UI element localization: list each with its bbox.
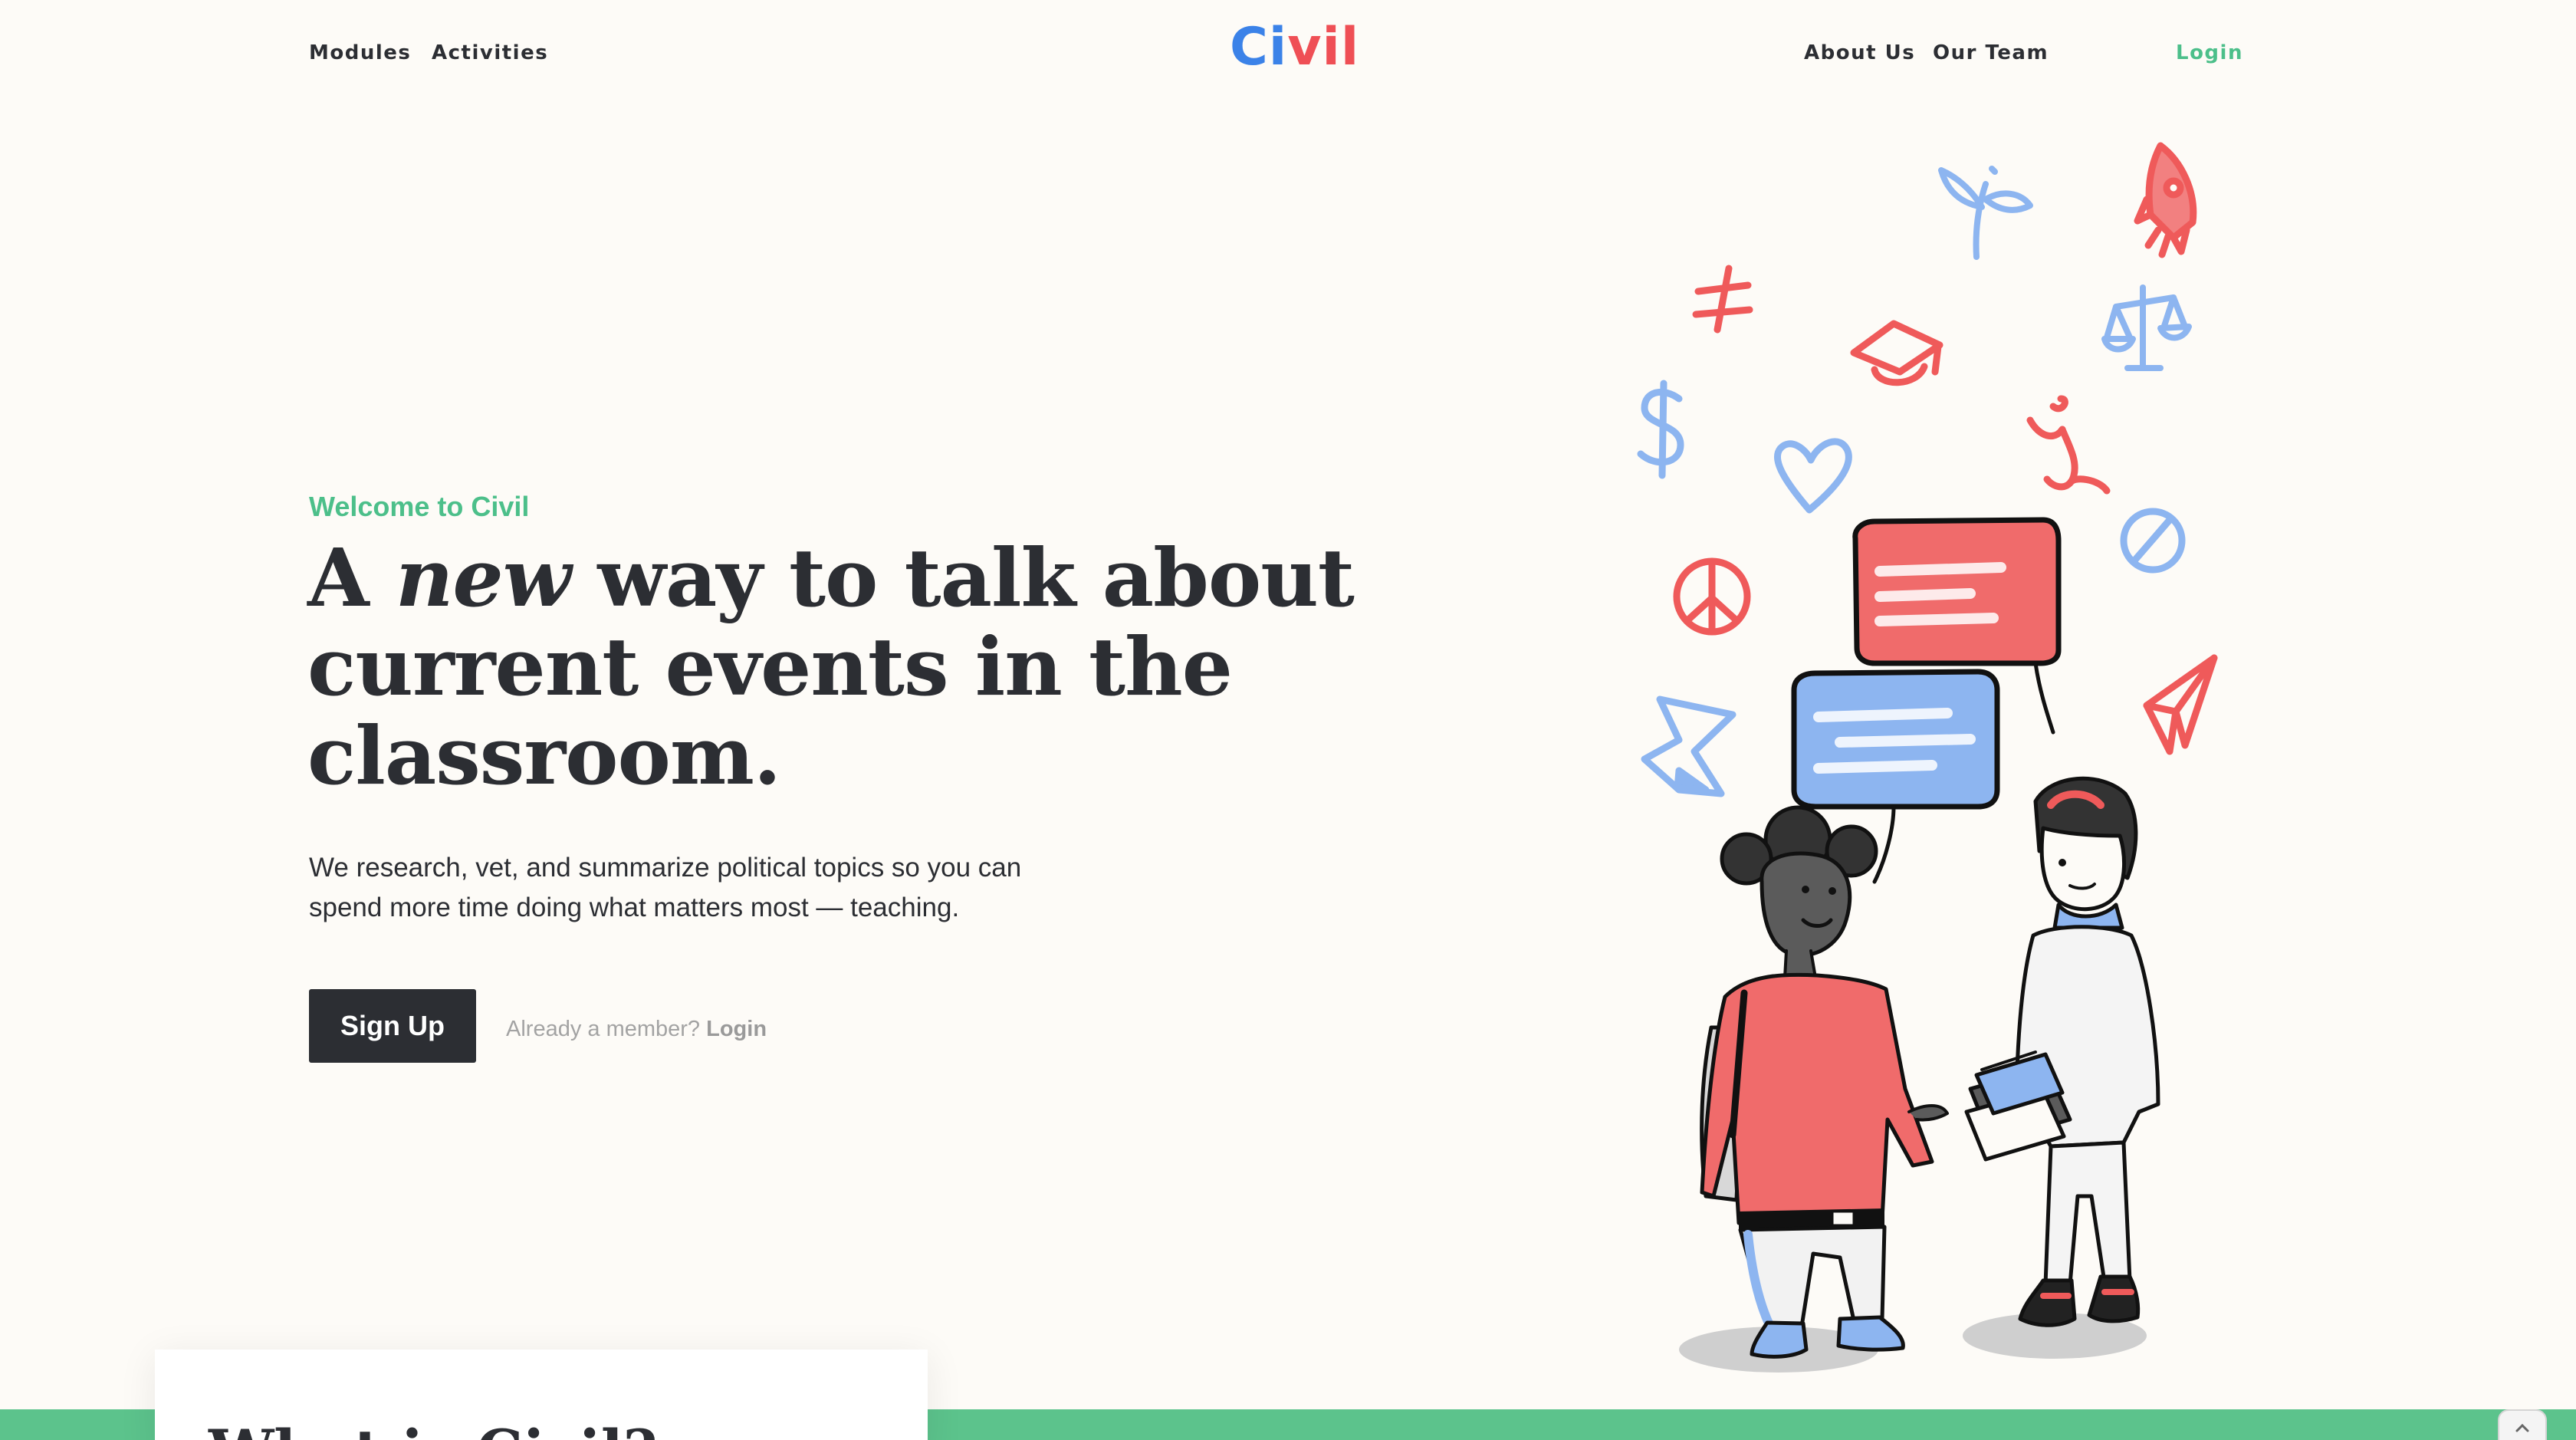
hourglass-icon xyxy=(1641,695,1737,797)
member-prompt: Already a member? Login xyxy=(506,1017,767,1042)
nav-about-link[interactable]: About Us xyxy=(1804,41,1915,64)
nav-team-link[interactable]: Our Team xyxy=(1933,41,2049,64)
nav-activities-link[interactable]: Activities xyxy=(432,41,548,64)
page: Modules Activities Civil About Us Our Te… xyxy=(0,0,2576,1440)
headline-line-1: A new way to talk about xyxy=(307,534,1381,623)
headline-line-3: classroom. xyxy=(307,708,781,803)
civil-logo[interactable]: Civil xyxy=(1230,21,1359,74)
what-is-civil-card: What is Civil? xyxy=(155,1350,928,1440)
nav-modules-link[interactable]: Modules xyxy=(309,41,411,64)
girl-figure xyxy=(1679,805,1949,1373)
headline-rest: way to talk about xyxy=(570,531,1354,625)
headline-a: A xyxy=(307,531,396,625)
boy-figure xyxy=(1963,776,2160,1359)
hero-eyebrow: Welcome to Civil xyxy=(309,491,530,522)
scroll-top-button[interactable] xyxy=(2498,1409,2547,1440)
paper-plane-icon xyxy=(2143,654,2218,755)
dollar-icon xyxy=(1637,380,1684,479)
what-is-civil-title: What is Civil? xyxy=(209,1417,657,1440)
nav-login-link[interactable]: Login xyxy=(2176,41,2243,64)
stethoscope-icon xyxy=(2026,395,2111,495)
logo-text-red: vil xyxy=(1287,17,1360,77)
hero-illustration xyxy=(1637,142,2218,1373)
logo-text-blue: Ci xyxy=(1230,17,1288,77)
sign-up-button[interactable]: Sign Up xyxy=(309,989,476,1063)
scales-icon xyxy=(2101,284,2192,371)
peace-icon xyxy=(1673,557,1751,636)
plant-icon xyxy=(1938,166,2033,260)
chevron-up-icon xyxy=(2515,1423,2529,1432)
hero-subtext: We research, vet, and summarize politica… xyxy=(309,848,1076,928)
subtext-line-1: We research, vet, and summarize politica… xyxy=(309,853,1022,883)
headline-new-emphasis: new xyxy=(395,531,571,625)
headline-line-2: current events in the xyxy=(307,620,1233,714)
prohibited-icon xyxy=(2120,508,2186,574)
subtext-line-2: spend more time doing what matters most … xyxy=(309,893,960,922)
rocket-icon xyxy=(2134,142,2197,258)
member-login-link[interactable]: Login xyxy=(706,1017,767,1041)
member-prompt-text: Already a member? xyxy=(506,1017,701,1041)
graduation-cap-icon xyxy=(1850,320,1944,386)
not-equal-icon xyxy=(1692,265,1753,334)
hero-headline: A new way to talk about current events i… xyxy=(307,534,1381,801)
heart-icon xyxy=(1774,438,1852,514)
